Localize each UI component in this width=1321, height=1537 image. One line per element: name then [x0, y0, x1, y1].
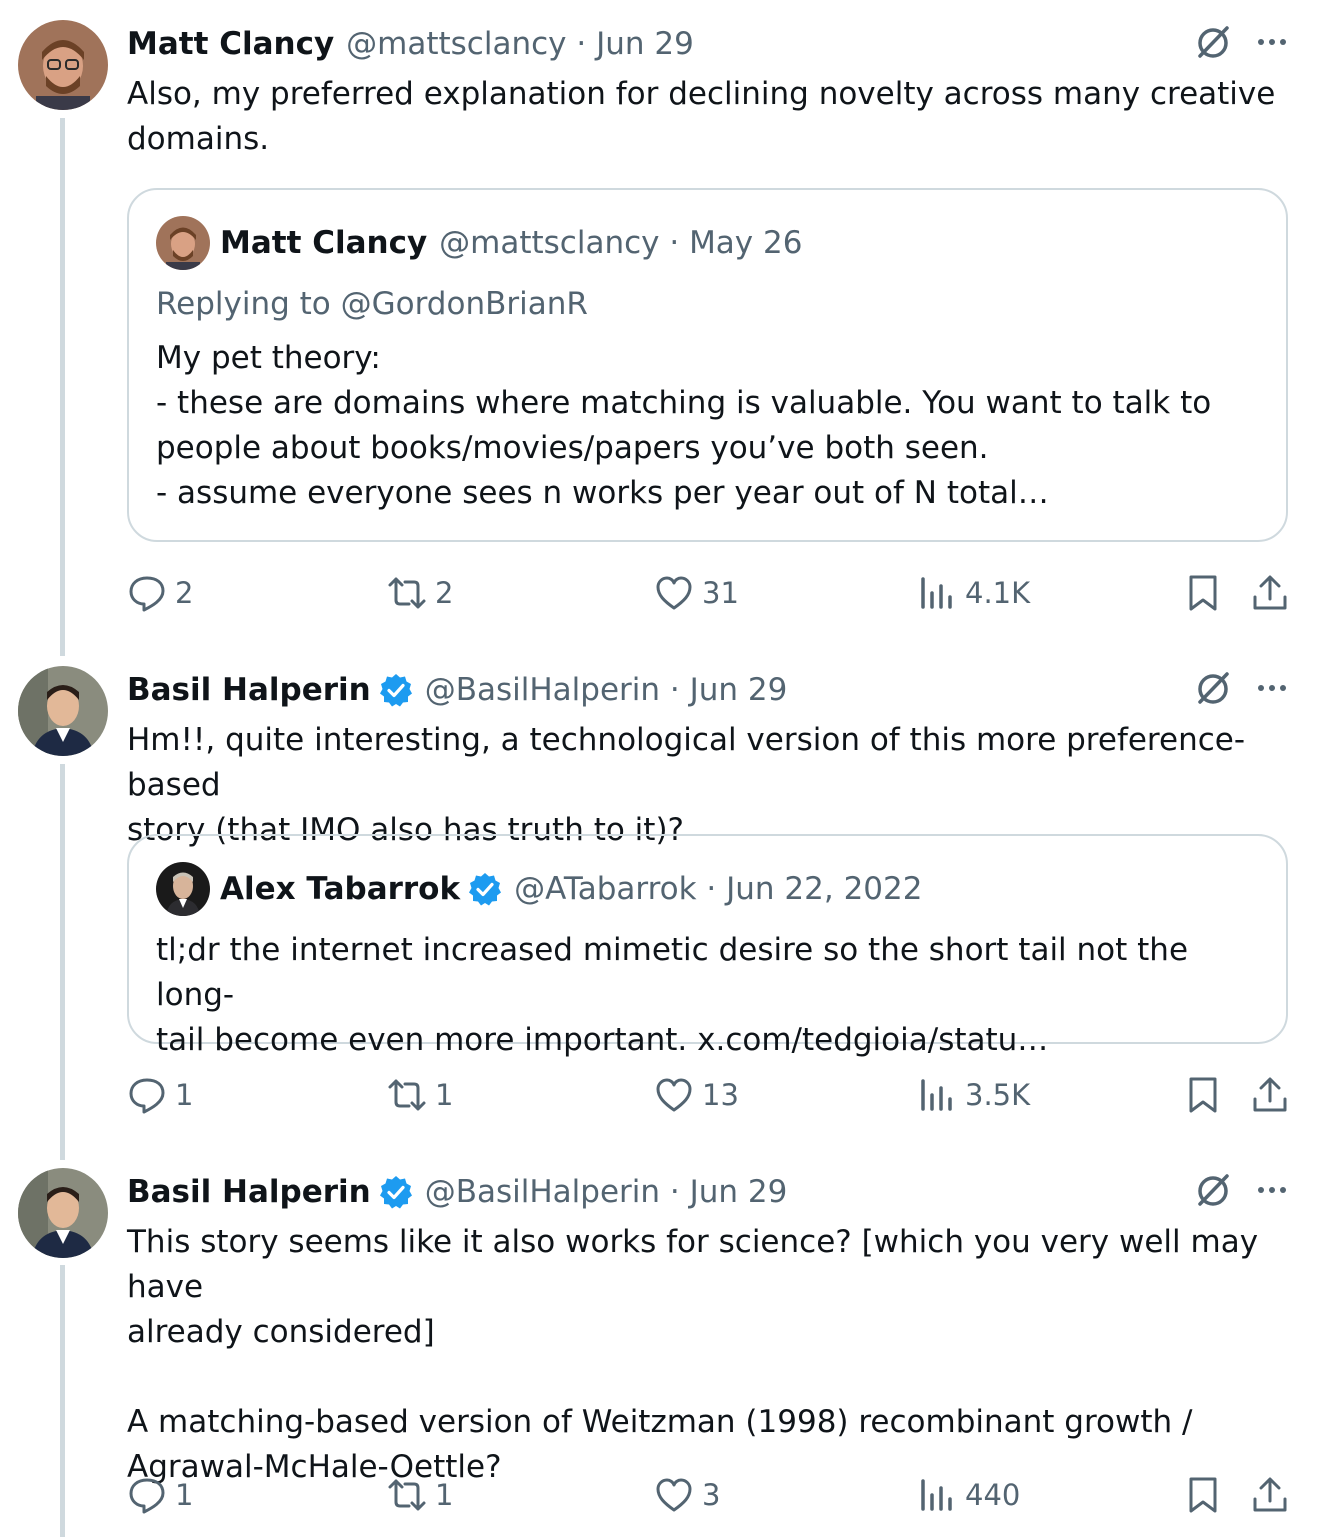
avatar[interactable] [18, 1168, 108, 1258]
repost-icon [388, 1079, 426, 1111]
reply-icon [129, 1078, 165, 1114]
quoted-author-handle-date[interactable]: @ATabarrok · Jun 22, 2022 [514, 869, 922, 909]
tweet[interactable]: Matt Clancy @mattsclancy · Jun 29 Also, … [0, 20, 1321, 620]
reply-button[interactable]: 1 [127, 1070, 193, 1120]
bookmark-button[interactable] [1183, 1070, 1223, 1120]
bookmark-icon [1189, 575, 1217, 611]
more-icon[interactable] [1253, 23, 1291, 61]
like-icon [656, 1078, 692, 1112]
avatar[interactable] [156, 216, 210, 270]
tweet-header: Basil Halperin @BasilHalperin · Jun 29 [127, 670, 787, 710]
action-bar: 2 2 31 4.1K [127, 568, 1292, 618]
action-bar: 1 1 3 440 [127, 1470, 1292, 1520]
tweet[interactable]: Basil Halperin @BasilHalperin · Jun 29 T… [0, 1168, 1321, 1537]
like-button[interactable]: 3 [654, 1470, 720, 1520]
repost-button[interactable]: 2 [387, 568, 453, 618]
repost-count: 2 [435, 576, 454, 610]
quoted-tweet[interactable]: Alex Tabarrok @ATabarrok · Jun 22, 2022 … [127, 834, 1288, 1058]
share-icon [1253, 575, 1287, 610]
quoted-author-name[interactable]: Matt Clancy [220, 223, 427, 263]
avatar[interactable] [18, 20, 108, 110]
grok-icon[interactable] [1193, 22, 1233, 62]
like-button[interactable]: 13 [654, 1070, 739, 1120]
author-name[interactable]: Matt Clancy [127, 24, 334, 64]
share-button[interactable] [1250, 568, 1290, 618]
share-icon [1253, 1077, 1287, 1112]
share-button[interactable] [1250, 1470, 1290, 1520]
quoted-author-handle-date[interactable]: @mattsclancy · May 26 [439, 223, 802, 263]
quoted-tweet-text: tl;dr the internet increased mimetic des… [156, 932, 1189, 1058]
reply-icon [129, 576, 165, 612]
like-icon [656, 1478, 692, 1512]
views-button[interactable]: 440 [917, 1470, 1020, 1520]
share-button[interactable] [1250, 1070, 1290, 1120]
repost-icon [388, 577, 426, 609]
views-icon [921, 1079, 952, 1111]
like-count: 3 [702, 1478, 721, 1512]
bookmark-button[interactable] [1183, 568, 1223, 618]
quoted-author-name[interactable]: Alex Tabarrok [220, 869, 460, 909]
like-count: 31 [702, 576, 739, 610]
more-icon[interactable] [1253, 669, 1291, 707]
repost-count: 1 [435, 1078, 454, 1112]
repost-count: 1 [435, 1478, 454, 1512]
grok-icon[interactable] [1193, 1170, 1233, 1210]
action-bar: 1 1 13 3.5K [127, 1070, 1292, 1120]
views-icon [921, 577, 952, 609]
tweet-header: Matt Clancy @mattsclancy · Jun 29 [127, 24, 694, 64]
repost-button[interactable]: 1 [387, 1070, 453, 1120]
views-icon [921, 1479, 952, 1511]
like-button[interactable]: 31 [654, 568, 739, 618]
verified-badge-icon[interactable] [379, 673, 413, 707]
views-button[interactable]: 3.5K [917, 1070, 1030, 1120]
tweet-text: Also, my preferred explanation for decli… [127, 76, 1276, 157]
tweet-header: Basil Halperin @BasilHalperin · Jun 29 [127, 1172, 787, 1212]
author-name[interactable]: Basil Halperin [127, 670, 371, 710]
reply-count: 2 [175, 576, 194, 610]
avatar[interactable] [156, 862, 210, 916]
reply-icon [129, 1478, 165, 1514]
views-button[interactable]: 4.1K [917, 568, 1030, 618]
verified-badge-icon[interactable] [379, 1175, 413, 1209]
bookmark-button[interactable] [1183, 1470, 1223, 1520]
tweet-text: This story seems like it also works for … [127, 1224, 1259, 1485]
reply-count: 1 [175, 1078, 194, 1112]
author-name[interactable]: Basil Halperin [127, 1172, 371, 1212]
author-handle-date[interactable]: @BasilHalperin · Jun 29 [425, 670, 788, 710]
author-handle-date[interactable]: @BasilHalperin · Jun 29 [425, 1172, 788, 1212]
bookmark-icon [1189, 1077, 1217, 1113]
author-handle-date[interactable]: @mattsclancy · Jun 29 [346, 24, 694, 64]
repost-button[interactable]: 1 [387, 1470, 453, 1520]
share-icon [1253, 1477, 1287, 1512]
quoted-tweet-text: My pet theory: - these are domains where… [156, 340, 1212, 511]
views-count: 440 [965, 1478, 1021, 1512]
reply-button[interactable]: 1 [127, 1470, 193, 1520]
quoted-tweet[interactable]: Matt Clancy @mattsclancy · May 26 Replyi… [127, 188, 1288, 542]
avatar[interactable] [18, 666, 108, 756]
reply-button[interactable]: 2 [127, 568, 193, 618]
verified-badge-icon[interactable] [468, 872, 502, 906]
grok-icon[interactable] [1193, 668, 1233, 708]
views-count: 3.5K [965, 1078, 1031, 1112]
replying-to[interactable]: Replying to @GordonBrianR [156, 284, 588, 324]
tweet-text: Hm!!, quite interesting, a technological… [127, 722, 1246, 848]
views-count: 4.1K [965, 576, 1031, 610]
more-icon[interactable] [1253, 1171, 1291, 1209]
like-count: 13 [702, 1078, 739, 1112]
repost-icon [388, 1479, 426, 1511]
bookmark-icon [1189, 1477, 1217, 1513]
reply-count: 1 [175, 1478, 194, 1512]
tweet[interactable]: Basil Halperin @BasilHalperin · Jun 29 H… [0, 666, 1321, 1126]
like-icon [656, 576, 692, 610]
